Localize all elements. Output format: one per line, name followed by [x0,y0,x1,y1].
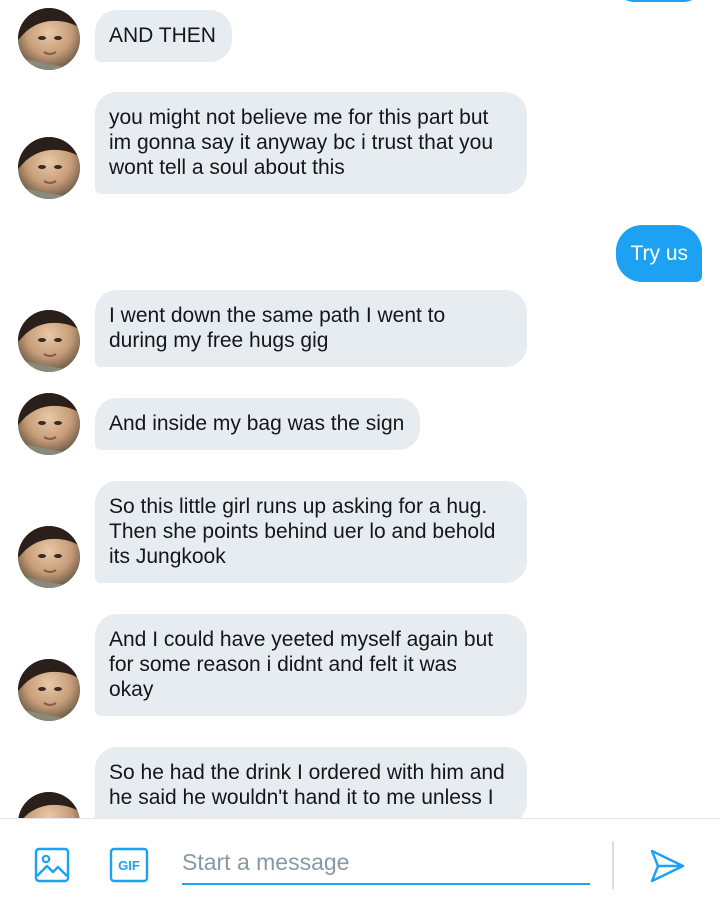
sender-avatar[interactable] [18,792,80,818]
message-input[interactable] [182,841,590,885]
incoming-message-bubble[interactable]: AND THEN [95,10,232,62]
sender-avatar[interactable] [18,310,80,372]
message-row: AND THEN [0,8,720,70]
sender-avatar[interactable] [18,393,80,455]
incoming-message-bubble[interactable]: And inside my bag was the sign [95,398,421,450]
sender-avatar[interactable] [18,8,80,70]
incoming-message-bubble[interactable]: I went down the same path I went to duri… [95,290,527,367]
incoming-message-bubble[interactable]: you might not believe me for this part b… [95,92,527,194]
message-row: And I could have yeeted myself again but… [0,614,720,722]
composer-divider [612,841,614,889]
image-icon [34,847,70,883]
message-list[interactable]: AND THEN you might not believe me for th… [0,0,720,818]
dm-conversation-screen: AND THEN you might not believe me for th… [0,0,720,913]
message-row: So this little girl runs up asking for a… [0,481,720,589]
incoming-message-bubble[interactable]: So this little girl runs up asking for a… [95,481,527,583]
message-row: So he had the drink I ordered with him a… [0,747,720,818]
sender-avatar[interactable] [18,137,80,199]
outgoing-message-bubble[interactable]: Try us [616,225,702,282]
gif-icon: GIF [109,847,149,883]
outgoing-bubble-partial[interactable] [616,0,702,2]
gif-label: GIF [118,858,140,873]
send-button[interactable] [648,847,686,885]
message-row: you might not believe me for this part b… [0,92,720,200]
send-icon [650,849,685,883]
message-composer: GIF [0,818,720,913]
incoming-message-bubble[interactable]: And I could have yeeted myself again but… [95,614,527,716]
message-row: And inside my bag was the sign [0,393,720,455]
sender-avatar[interactable] [18,659,80,721]
add-gif-button[interactable]: GIF [109,847,149,883]
incoming-message-bubble[interactable]: So he had the drink I ordered with him a… [95,747,527,818]
add-media-button[interactable] [34,847,70,883]
sender-avatar[interactable] [18,526,80,588]
message-row: I went down the same path I went to duri… [0,290,720,374]
